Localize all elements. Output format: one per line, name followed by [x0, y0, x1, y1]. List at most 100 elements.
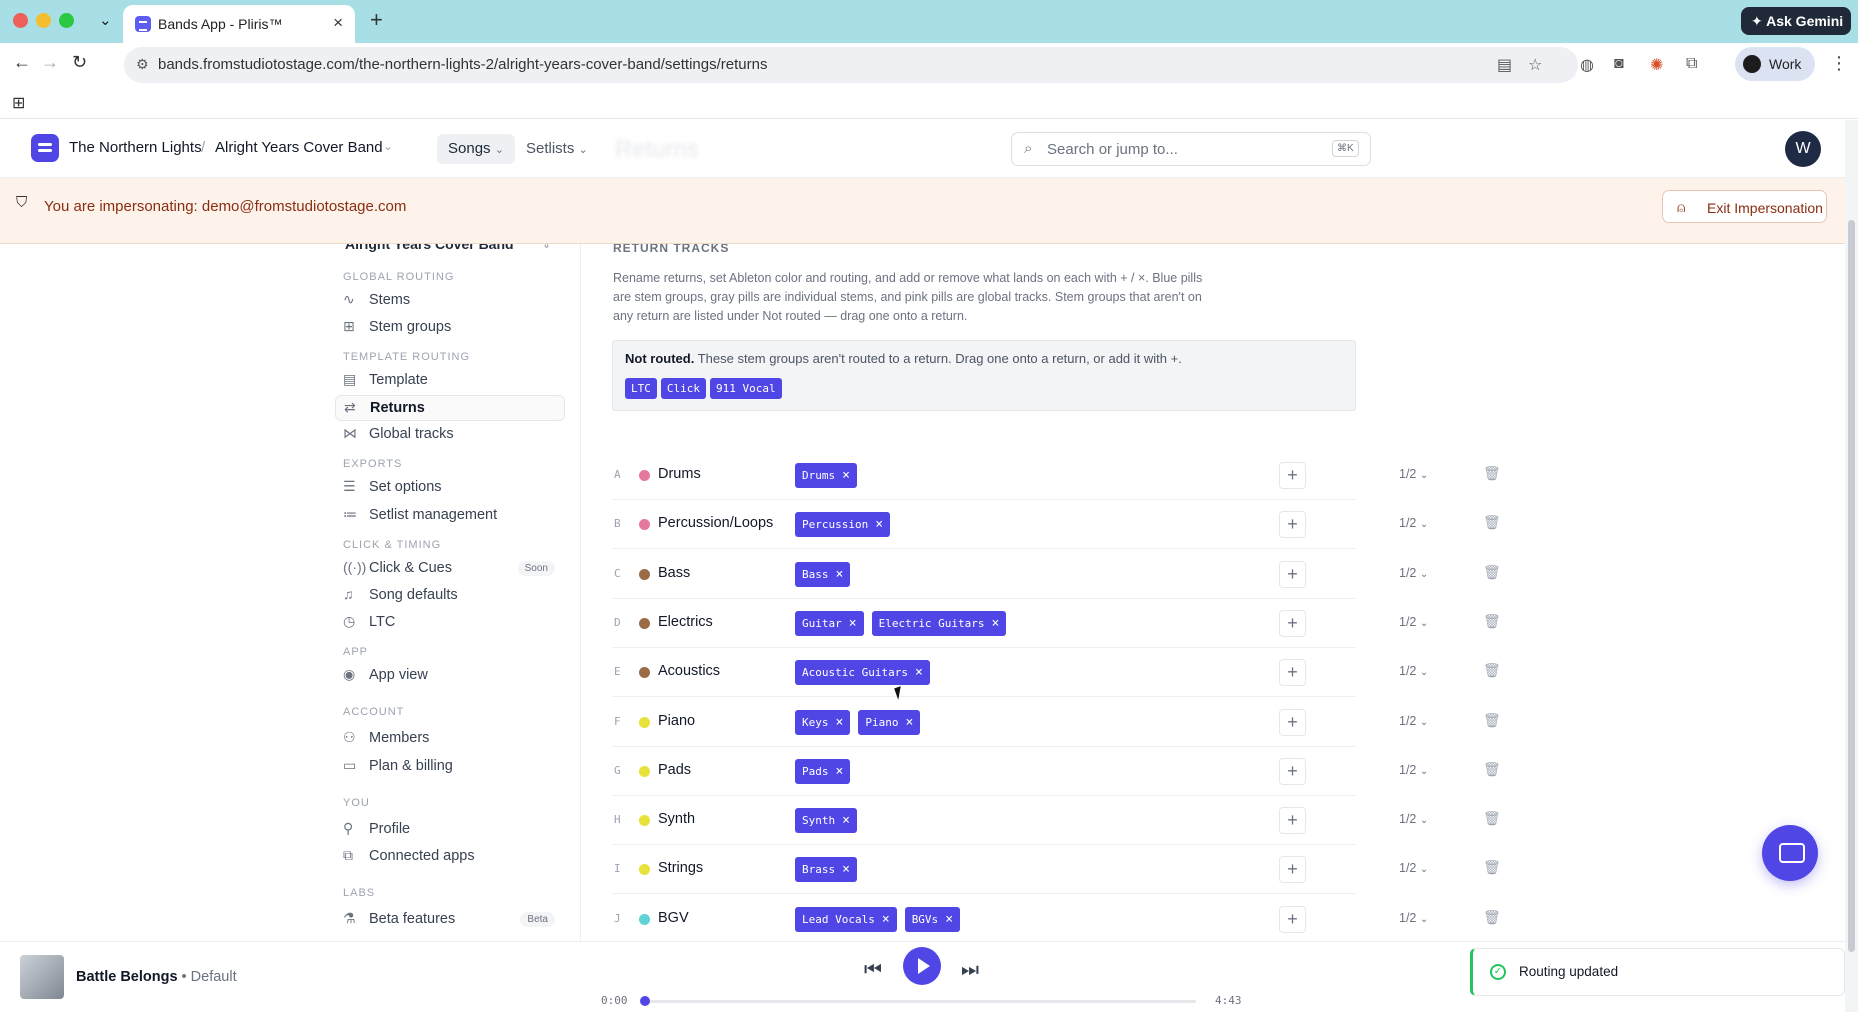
return-name[interactable]: Strings: [658, 860, 703, 876]
browser-menu-icon[interactable]: ⋮: [1830, 53, 1848, 74]
nav-songs[interactable]: Songs ⌄: [437, 134, 515, 164]
apps-grid-icon[interactable]: ⊞: [12, 93, 25, 113]
trash-icon[interactable]: 🗑: [1483, 761, 1501, 778]
return-row[interactable]: I Strings Brass × +1/2 ⌄ 🗑: [612, 845, 1501, 895]
camera-icon[interactable]: ◙: [1614, 55, 1624, 73]
stem-pill[interactable]: Keys ×: [795, 709, 851, 735]
exit-impersonation-button[interactable]: ⍝ Exit Impersonation: [1662, 190, 1827, 223]
now-playing[interactable]: Battle Belongs • Default: [76, 969, 237, 985]
color-swatch[interactable]: [639, 519, 650, 531]
routing-select[interactable]: 1/2 ⌄: [1399, 516, 1428, 530]
sidebar-item-global-tracks[interactable]: ⋈ Global tracks: [335, 422, 565, 448]
return-row[interactable]: D Electrics Guitar × Electric Guitars × +1/2 ⌄…: [612, 599, 1501, 648]
skip-forward-icon[interactable]: ⏭: [961, 959, 979, 982]
trash-icon[interactable]: 🗑: [1483, 514, 1501, 531]
add-stem-button[interactable]: +: [1279, 856, 1306, 884]
profile-button[interactable]: Work: [1735, 47, 1815, 81]
puzzle-extensions-icon[interactable]: ⧉: [1686, 55, 1697, 73]
progress-thumb[interactable]: [640, 996, 650, 1006]
sidebar-item-setlist-management[interactable]: ≔ Setlist management: [335, 503, 565, 529]
close-tab-icon[interactable]: ×: [333, 13, 343, 33]
return-row[interactable]: J BGV Lead Vocals × BGVs × +1/2 ⌄ 🗑: [612, 895, 1501, 941]
trash-icon[interactable]: 🗑: [1483, 465, 1501, 482]
return-name[interactable]: Percussion/Loops: [658, 515, 773, 531]
color-swatch[interactable]: [639, 716, 650, 728]
remove-x-icon[interactable]: ×: [836, 715, 844, 730]
return-name[interactable]: Electrics: [658, 614, 713, 630]
back-icon[interactable]: ←: [13, 52, 31, 73]
remove-x-icon[interactable]: ×: [905, 715, 913, 730]
remove-x-icon[interactable]: ×: [875, 517, 883, 532]
sidebar-band-name[interactable]: Alright Years Cover Band: [345, 244, 514, 252]
stem-pill[interactable]: Bass ×: [795, 561, 851, 587]
maximize-window-icon[interactable]: [59, 13, 74, 28]
sidebar-item-template[interactable]: ▤ Template: [335, 368, 565, 394]
return-row[interactable]: A Drums Drums × +1/2 ⌄ 🗑: [612, 451, 1501, 500]
stem-pill[interactable]: Guitar ×: [795, 610, 864, 636]
return-name[interactable]: Acoustics: [658, 663, 720, 679]
stem-pill[interactable]: Drums ×: [795, 463, 857, 488]
stem-pill[interactable]: Pads ×: [795, 758, 851, 784]
stem-group-chip[interactable]: LTC: [625, 378, 657, 399]
add-stem-button[interactable]: +: [1279, 659, 1306, 687]
routing-select[interactable]: 1/2 ⌄: [1399, 911, 1428, 925]
return-row[interactable]: F Piano Keys × Piano × +1/2 ⌄ 🗑: [612, 698, 1501, 747]
address-bar[interactable]: ⚙ bands.fromstudiotostage.com/the-northe…: [124, 47, 1578, 83]
chat-bubble-icon[interactable]: [1762, 825, 1818, 881]
return-name[interactable]: Synth: [658, 811, 695, 827]
claude-extension-icon[interactable]: ✺: [1650, 55, 1663, 75]
return-row[interactable]: G Pads Pads × +1/2 ⌄ 🗑: [612, 747, 1501, 796]
trash-icon[interactable]: 🗑: [1483, 909, 1501, 926]
app-logo-icon[interactable]: [31, 134, 59, 162]
routing-select[interactable]: 1/2 ⌄: [1399, 714, 1428, 728]
ask-gemini-button[interactable]: ✦ Ask Gemini: [1741, 7, 1851, 35]
return-name[interactable]: Drums: [658, 466, 701, 482]
remove-x-icon[interactable]: ×: [915, 665, 923, 680]
stem-pill[interactable]: BGVs ×: [904, 906, 961, 932]
remove-x-icon[interactable]: ×: [836, 567, 844, 582]
add-stem-button[interactable]: +: [1279, 905, 1306, 933]
extension-icon[interactable]: ◍: [1580, 55, 1594, 75]
color-swatch[interactable]: [639, 864, 650, 876]
routing-select[interactable]: 1/2 ⌄: [1399, 467, 1428, 481]
add-stem-button[interactable]: +: [1279, 807, 1306, 835]
sidebar-item-returns[interactable]: ⇄ Returns: [335, 395, 565, 421]
return-name[interactable]: Pads: [658, 762, 691, 778]
stem-pill[interactable]: Brass ×: [795, 857, 857, 883]
routing-select[interactable]: 1/2 ⌄: [1399, 615, 1428, 629]
skip-back-icon[interactable]: ⏮: [864, 959, 882, 982]
stem-pill[interactable]: Acoustic Guitars ×: [795, 660, 930, 686]
nav-setlists[interactable]: Setlists ⌄: [526, 140, 588, 157]
remove-x-icon[interactable]: ×: [842, 813, 850, 828]
sidebar-item-stems[interactable]: ∿ Stems: [335, 288, 565, 314]
reader-mode-icon[interactable]: ▤: [1497, 55, 1512, 75]
remove-x-icon[interactable]: ×: [882, 912, 890, 927]
breadcrumb-band[interactable]: Alright Years Cover Band: [215, 139, 383, 156]
color-swatch[interactable]: [639, 617, 650, 629]
breadcrumb-org[interactable]: The Northern Lights: [69, 139, 202, 156]
sidebar-item-connected-apps[interactable]: ⧉ Connected apps: [335, 844, 565, 870]
sidebar-item-profile[interactable]: ⚲ Profile: [335, 817, 565, 843]
search-input[interactable]: ⌕ Search or jump to... ⌘K: [1011, 132, 1371, 166]
user-avatar[interactable]: W: [1785, 131, 1821, 167]
remove-x-icon[interactable]: ×: [842, 862, 850, 877]
return-row[interactable]: H Synth Synth × +1/2 ⌄ 🗑: [612, 796, 1501, 846]
stem-pill[interactable]: Lead Vocals ×: [795, 906, 897, 932]
sidebar-item-plan-billing[interactable]: ▭ Plan & billing: [335, 754, 565, 780]
stem-group-chip[interactable]: 911 Vocal: [710, 378, 782, 399]
routing-select[interactable]: 1/2 ⌄: [1399, 566, 1428, 580]
sidebar-item-app-view[interactable]: ◉ App view: [335, 663, 565, 689]
trash-icon[interactable]: 🗑: [1483, 613, 1501, 630]
remove-x-icon[interactable]: ×: [992, 616, 1000, 631]
sidebar-item-ltc[interactable]: ◷ LTC: [335, 610, 565, 636]
play-button[interactable]: [903, 947, 941, 985]
return-name[interactable]: BGV: [658, 910, 689, 926]
forward-icon[interactable]: →: [41, 52, 59, 73]
reload-icon[interactable]: ↻: [72, 52, 87, 73]
routing-select[interactable]: 1/2 ⌄: [1399, 812, 1428, 826]
sidebar-item-stem-groups[interactable]: ⊞ Stem groups: [335, 315, 565, 341]
sidebar-item-click-cues[interactable]: ((·)) Click & Cues Soon: [335, 556, 565, 582]
return-name[interactable]: Piano: [658, 713, 695, 729]
sidebar-item-beta-features[interactable]: ⚗ Beta features Beta: [335, 907, 565, 933]
trash-icon[interactable]: 🗑: [1483, 859, 1501, 876]
